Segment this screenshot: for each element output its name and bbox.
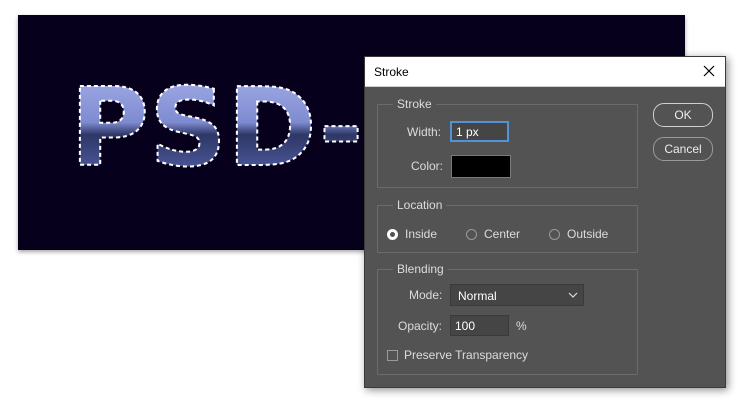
blend-mode-select[interactable]: Normal	[450, 284, 584, 306]
chevron-down-icon	[568, 292, 578, 298]
opacity-label: Opacity:	[398, 319, 443, 333]
cancel-button-label: Cancel	[664, 142, 702, 156]
stroke-dialog: Stroke Stroke Width: Color: Location Ins…	[364, 56, 726, 388]
blending-group-legend: Blending	[393, 262, 448, 276]
radio-center-label[interactable]: Center	[484, 227, 520, 241]
dialog-titlebar[interactable]: Stroke	[365, 57, 725, 87]
preserve-transparency-label[interactable]: Preserve Transparency	[404, 348, 528, 362]
dialog-title: Stroke	[374, 65, 409, 79]
location-group-legend: Location	[393, 198, 447, 212]
close-button[interactable]	[699, 61, 719, 81]
opacity-unit: %	[516, 319, 527, 333]
ok-button-label: OK	[674, 108, 692, 122]
radio-center[interactable]	[466, 229, 477, 240]
close-icon	[703, 65, 715, 77]
blend-mode-value: Normal	[458, 289, 497, 303]
ok-button[interactable]: OK	[653, 103, 713, 127]
radio-inside-label[interactable]: Inside	[405, 227, 437, 241]
stroke-group-legend: Stroke	[393, 97, 436, 111]
radio-outside-label[interactable]: Outside	[567, 227, 608, 241]
mode-label: Mode:	[409, 288, 443, 302]
cancel-button[interactable]: Cancel	[653, 137, 713, 161]
stroke-color-swatch[interactable]	[451, 155, 511, 178]
radio-outside[interactable]	[549, 229, 560, 240]
preserve-transparency-checkbox[interactable]	[387, 350, 398, 361]
radio-inside[interactable]	[387, 229, 398, 240]
opacity-input[interactable]	[450, 315, 509, 336]
width-input[interactable]	[450, 121, 509, 142]
width-label: Width:	[407, 125, 442, 139]
color-label: Color:	[411, 159, 444, 173]
